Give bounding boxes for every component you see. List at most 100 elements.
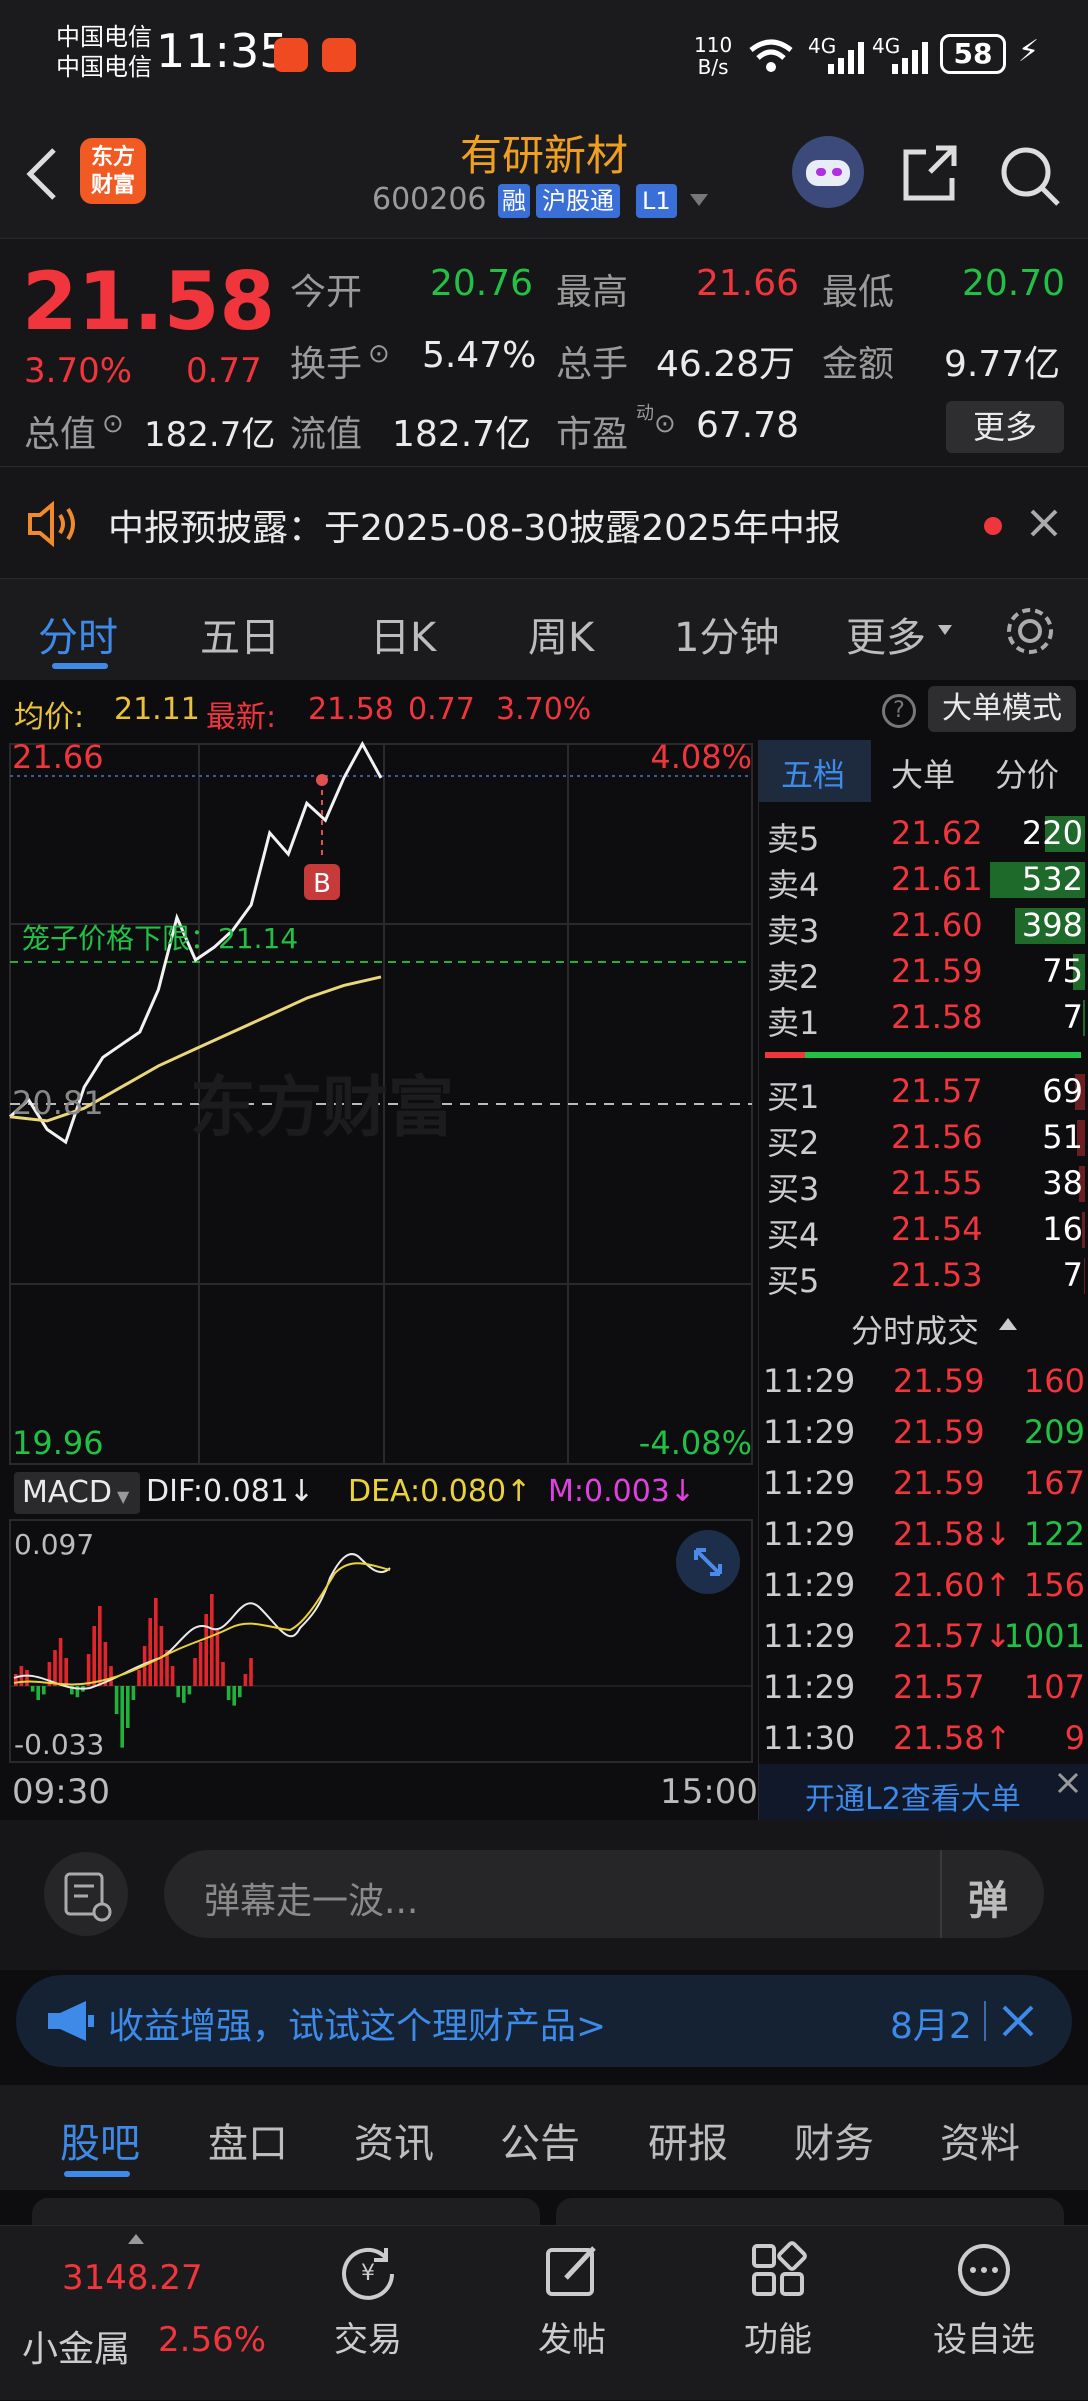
tab-5day[interactable]: 五日 — [200, 605, 280, 663]
bid-level-row[interactable]: 买5 21.53 7 — [759, 1254, 1088, 1300]
change-amount: 0.77 — [186, 351, 262, 391]
nav-trade[interactable]: ¥ 交易 — [288, 2226, 448, 2361]
trade-icon: ¥ — [342, 2247, 394, 2300]
share-icon[interactable] — [900, 144, 960, 204]
tick-row: 11:29 21.57↓ 1001 — [759, 1615, 1088, 1661]
big-order-mode-button[interactable]: 大单模式 — [928, 686, 1076, 732]
level-label: 买1 — [767, 1078, 820, 1116]
help-icon[interactable]: ? — [882, 694, 916, 728]
ask-level-row[interactable]: 卖3 21.60 398 — [759, 904, 1088, 950]
promo-text[interactable]: 收益增强，试试这个理财产品> — [108, 1997, 606, 2049]
info-icon-2[interactable]: ⊙ — [102, 409, 124, 439]
tab-big-orders[interactable]: 大单 — [891, 750, 955, 796]
nav-functions[interactable]: 功能 — [698, 2226, 858, 2361]
info-icon-3[interactable]: ⊙ — [654, 409, 676, 439]
l2-banner[interactable]: 开通L2查看大单 — [759, 1764, 1088, 1820]
macd-dif: DIF:0.081↓ — [146, 1474, 315, 1509]
limit-label: 笼子价格下限：21.14 — [22, 922, 298, 955]
danmu-input[interactable]: 弹幕走一波... 弹 — [164, 1850, 1044, 1938]
tick-time: 11:29 — [763, 1617, 856, 1655]
macd-bar — [210, 1594, 214, 1686]
tab-weekly-k[interactable]: 周K — [528, 605, 594, 663]
ask-level-row[interactable]: 卖2 21.59 75 — [759, 950, 1088, 996]
tick-time: 11:29 — [763, 1362, 856, 1400]
open-value: 20.76 — [430, 263, 534, 304]
macd-chart-svg[interactable]: 0.097 -0.033 — [0, 1518, 758, 1768]
tab-1min[interactable]: 1分钟 — [674, 605, 779, 663]
amount-label: 金额 — [822, 344, 895, 385]
volume-bar — [1084, 1258, 1085, 1294]
level-volume: 398 — [1021, 906, 1083, 944]
ticks-title[interactable]: 分时成交 — [851, 1306, 979, 1352]
tick-volume: 156 — [1023, 1566, 1085, 1604]
edit-icon — [546, 2246, 596, 2296]
level-volume: 16 — [1042, 1210, 1083, 1248]
tick-time: 11:29 — [763, 1566, 856, 1604]
ask-level-row[interactable]: 卖4 21.61 532 — [759, 858, 1088, 904]
tab-more[interactable]: 更多 — [846, 605, 926, 663]
wifi-icon — [749, 39, 793, 72]
macd-axis-top: 0.097 — [14, 1528, 94, 1561]
close-icon[interactable] — [1000, 2003, 1036, 2039]
nav-post[interactable]: 发帖 — [492, 2226, 652, 2361]
danmu-list-icon[interactable] — [44, 1852, 128, 1936]
tab-research[interactable]: 研报 — [648, 2111, 728, 2169]
tick-price: 21.59 — [893, 1464, 985, 1502]
bid-level-row[interactable]: 买3 21.55 38 — [759, 1162, 1088, 1208]
index-pct: 2.56% — [158, 2320, 267, 2360]
chevron-down-icon[interactable] — [690, 194, 708, 206]
nav-add-watchlist[interactable]: 设自选 — [904, 2226, 1064, 2361]
expand-icon[interactable] — [676, 1530, 740, 1594]
index-ticker[interactable]: 3148.27 小金属 2.56% — [0, 2226, 290, 2401]
info-icon[interactable]: ⊙ — [368, 339, 390, 369]
indicator-selector[interactable]: MACD ▼ — [14, 1472, 140, 1514]
level-price: 21.53 — [891, 1256, 983, 1294]
l2-link[interactable]: 开通L2查看大单 — [805, 1774, 1021, 1818]
more-dots-icon — [958, 2244, 1010, 2296]
volume-value: 46.28万 — [656, 344, 796, 385]
more-button[interactable]: 更多 — [946, 401, 1064, 453]
tab-price-dist[interactable]: 分价 — [995, 750, 1059, 796]
close-icon[interactable] — [1028, 507, 1060, 539]
ask-level-row[interactable]: 卖1 21.58 7 — [759, 996, 1088, 1042]
net-speed-value: 110 — [694, 33, 733, 57]
bid-level-row[interactable]: 买2 21.56 51 — [759, 1116, 1088, 1162]
bid-level-row[interactable]: 买1 21.57 69 — [759, 1070, 1088, 1116]
promo-banner[interactable]: 收益增强，试试这个理财产品> 8月2 — [16, 1975, 1072, 2067]
price-chart-svg[interactable]: 东方财富 B 21.66 4.08% 20.81 笼子价格下限：21.14 19… — [0, 740, 758, 1470]
charging-icon: ⚡ — [1018, 34, 1040, 69]
tab-announcements[interactable]: 公告 — [500, 2111, 580, 2169]
order-book: 五档 大单 分价 卖5 21.62 220 卖4 21.61 532 卖3 21.60 398 卖… — [758, 740, 1088, 1820]
tick-volume: 9 — [1064, 1719, 1085, 1757]
intraday-chart[interactable]: 东方财富 B 21.66 4.08% 20.81 笼子价格下限：21.14 19… — [0, 740, 758, 1820]
chevron-up-icon[interactable] — [999, 1318, 1017, 1330]
notice-bar[interactable]: 中报预披露：于2025-08-30披露2025年中报 — [0, 466, 1088, 578]
content-tabs: 股吧 盘口 资讯 公告 研报 财务 资料 — [0, 2085, 1088, 2190]
macd-bar — [58, 1638, 63, 1686]
divider — [940, 1850, 942, 1938]
danmu-toggle-button[interactable]: 弹 — [968, 1868, 1008, 1926]
level-label: 卖5 — [767, 820, 820, 858]
level-volume: 7 — [1062, 998, 1083, 1036]
gear-icon[interactable] — [1002, 603, 1058, 659]
danmu-bar: 弹幕走一波... 弹 — [0, 1820, 1088, 1970]
assistant-robot-icon[interactable] — [792, 136, 864, 208]
avg-label: 均价: — [14, 700, 85, 735]
tab-news[interactable]: 资讯 — [354, 2111, 434, 2169]
tab-daily-k[interactable]: 日K — [370, 605, 436, 663]
tab-pankou[interactable]: 盘口 — [208, 2111, 288, 2169]
tab-five-levels[interactable]: 五档 — [781, 750, 845, 796]
tab-profile[interactable]: 资料 — [940, 2111, 1020, 2169]
close-icon[interactable] — [1053, 1768, 1083, 1798]
stock-header: 东方 财富 有研新材 600206 融 沪股通 L1 — [0, 110, 1088, 238]
bid-level-row[interactable]: 买4 21.54 16 — [759, 1208, 1088, 1254]
divider — [984, 2001, 986, 2041]
tab-finance[interactable]: 财务 — [794, 2111, 874, 2169]
tab-intraday[interactable]: 分时 — [38, 605, 118, 663]
speaker-icon — [28, 501, 75, 547]
ask-level-row[interactable]: 卖5 21.62 220 — [759, 812, 1088, 858]
search-icon[interactable] — [998, 144, 1062, 208]
level-label: 买4 — [767, 1216, 820, 1254]
chevron-down-icon[interactable] — [938, 625, 952, 635]
tab-guba[interactable]: 股吧 — [60, 2111, 140, 2169]
